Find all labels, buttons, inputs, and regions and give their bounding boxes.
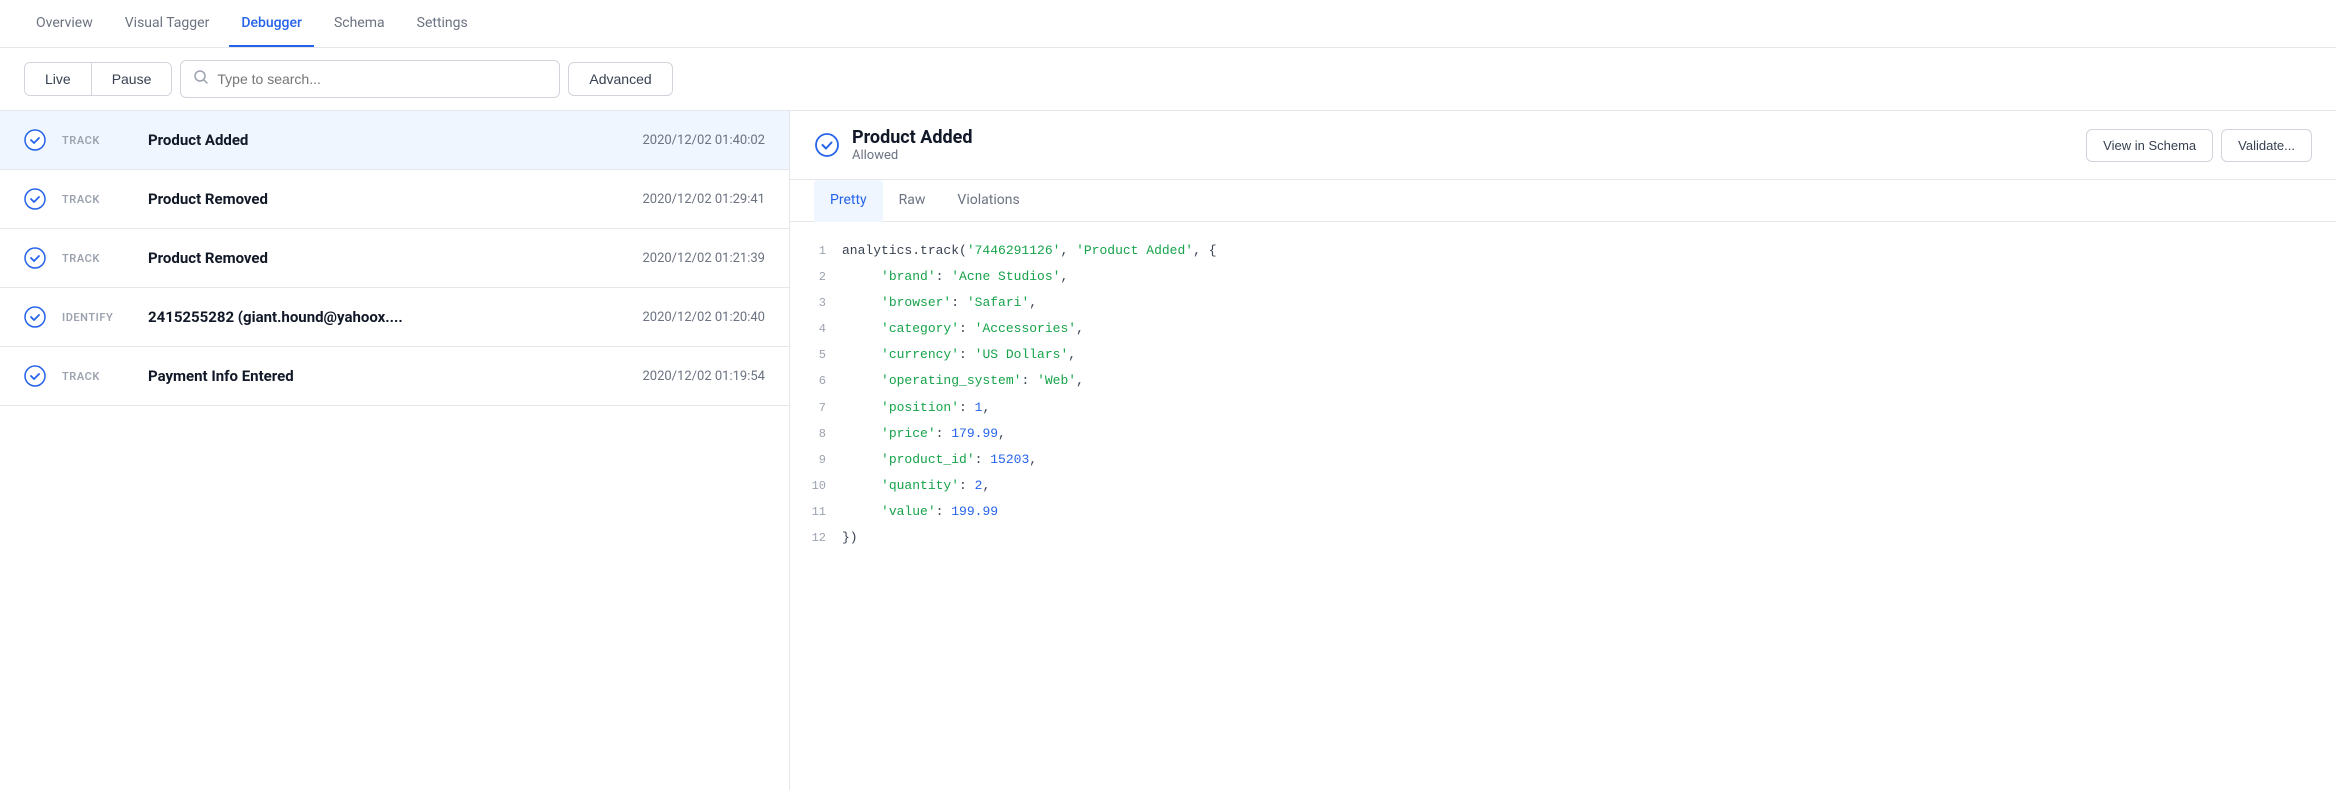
code-line: 5 'currency': 'US Dollars',	[790, 342, 2336, 368]
event-type-label: TRACK	[62, 134, 132, 147]
check-circle-icon	[24, 306, 46, 328]
event-time-label: 2020/12/02 01:20:40	[642, 310, 765, 325]
line-number: 12	[806, 528, 826, 548]
right-header: Product Added Allowed View in Schema Val…	[790, 111, 2336, 180]
tab-pretty[interactable]: Pretty	[814, 180, 883, 222]
line-content: 'quantity': 2,	[842, 475, 990, 497]
line-content: 'position': 1,	[842, 397, 990, 419]
search-input[interactable]	[217, 71, 547, 87]
line-number: 3	[806, 293, 826, 313]
event-time-label: 2020/12/02 01:21:39	[642, 251, 765, 266]
toolbar: Live Pause Advanced	[0, 48, 2336, 111]
event-type-label: TRACK	[62, 252, 132, 265]
code-line: 2 'brand': 'Acne Studios',	[790, 264, 2336, 290]
code-tabs: Pretty Raw Violations	[790, 180, 2336, 222]
validate-button[interactable]: Validate...	[2221, 129, 2312, 162]
line-content: 'product_id': 15203,	[842, 449, 1037, 471]
event-row[interactable]: TRACK Product Added 2020/12/02 01:40:02	[0, 111, 789, 170]
line-number: 4	[806, 319, 826, 339]
line-number: 7	[806, 398, 826, 418]
line-number: 10	[806, 476, 826, 496]
event-time-label: 2020/12/02 01:29:41	[642, 192, 765, 207]
line-content: })	[842, 527, 858, 549]
event-time-label: 2020/12/02 01:40:02	[642, 133, 765, 148]
event-type-label: TRACK	[62, 370, 132, 383]
search-icon	[193, 69, 209, 89]
main-layout: TRACK Product Added 2020/12/02 01:40:02 …	[0, 111, 2336, 790]
top-nav: Overview Visual Tagger Debugger Schema S…	[0, 0, 2336, 48]
right-actions: View in Schema Validate...	[2086, 129, 2312, 162]
check-circle-icon	[24, 247, 46, 269]
line-content: 'value': 199.99	[842, 501, 998, 523]
line-number: 9	[806, 450, 826, 470]
line-content: 'price': 179.99,	[842, 423, 1006, 445]
event-list: TRACK Product Added 2020/12/02 01:40:02 …	[0, 111, 790, 790]
event-name-label: Product Added	[148, 131, 626, 149]
event-row[interactable]: TRACK Payment Info Entered 2020/12/02 01…	[0, 347, 789, 406]
code-line: 4 'category': 'Accessories',	[790, 316, 2336, 342]
search-box	[180, 60, 560, 98]
right-panel: Product Added Allowed View in Schema Val…	[790, 111, 2336, 790]
line-content: 'currency': 'US Dollars',	[842, 344, 1076, 366]
event-name-label: Product Removed	[148, 249, 626, 267]
line-number: 5	[806, 345, 826, 365]
code-line: 10 'quantity': 2,	[790, 473, 2336, 499]
nav-item-overview[interactable]: Overview	[24, 1, 105, 47]
line-number: 6	[806, 371, 826, 391]
detail-status: Allowed	[852, 148, 972, 163]
event-type-label: TRACK	[62, 193, 132, 206]
event-name-label: Product Removed	[148, 190, 626, 208]
status-check-icon	[814, 132, 840, 158]
check-circle-icon	[24, 365, 46, 387]
line-content: 'brand': 'Acne Studios',	[842, 266, 1068, 288]
code-line: 3 'browser': 'Safari',	[790, 290, 2336, 316]
right-header-text: Product Added Allowed	[852, 127, 972, 163]
code-line: 11 'value': 199.99	[790, 499, 2336, 525]
event-name-label: 2415255282 (giant.hound@yahoox....	[148, 308, 626, 326]
nav-item-debugger[interactable]: Debugger	[229, 1, 314, 47]
line-number: 1	[806, 241, 826, 261]
code-area: 1 analytics.track('7446291126', 'Product…	[790, 222, 2336, 790]
line-number: 2	[806, 267, 826, 287]
line-number: 8	[806, 424, 826, 444]
pause-button[interactable]: Pause	[92, 63, 172, 95]
check-circle-icon	[24, 129, 46, 151]
right-header-info: Product Added Allowed	[814, 127, 2070, 163]
nav-item-visual-tagger[interactable]: Visual Tagger	[113, 1, 222, 47]
event-type-label: IDENTIFY	[62, 311, 132, 324]
event-row[interactable]: TRACK Product Removed 2020/12/02 01:21:3…	[0, 229, 789, 288]
line-content: analytics.track('7446291126', 'Product A…	[842, 240, 1217, 262]
event-row[interactable]: IDENTIFY 2415255282 (giant.hound@yahoox.…	[0, 288, 789, 347]
event-time-label: 2020/12/02 01:19:54	[642, 369, 765, 384]
live-button[interactable]: Live	[25, 63, 92, 95]
advanced-button[interactable]: Advanced	[568, 62, 672, 96]
event-name-label: Payment Info Entered	[148, 367, 626, 385]
line-content: 'category': 'Accessories',	[842, 318, 1084, 340]
code-line: 9 'product_id': 15203,	[790, 447, 2336, 473]
view-in-schema-button[interactable]: View in Schema	[2086, 129, 2213, 162]
tab-raw[interactable]: Raw	[883, 180, 942, 222]
check-circle-icon	[24, 188, 46, 210]
line-content: 'operating_system': 'Web',	[842, 370, 1084, 392]
event-row[interactable]: TRACK Product Removed 2020/12/02 01:29:4…	[0, 170, 789, 229]
nav-item-settings[interactable]: Settings	[405, 1, 480, 47]
code-line: 1 analytics.track('7446291126', 'Product…	[790, 238, 2336, 264]
detail-title: Product Added	[852, 127, 972, 148]
nav-item-schema[interactable]: Schema	[322, 1, 397, 47]
code-line: 6 'operating_system': 'Web',	[790, 368, 2336, 394]
line-content: 'browser': 'Safari',	[842, 292, 1037, 314]
live-pause-group: Live Pause	[24, 62, 172, 96]
code-line: 8 'price': 179.99,	[790, 421, 2336, 447]
code-line: 12 })	[790, 525, 2336, 551]
line-number: 11	[806, 502, 826, 522]
tab-violations[interactable]: Violations	[941, 180, 1035, 222]
code-line: 7 'position': 1,	[790, 395, 2336, 421]
